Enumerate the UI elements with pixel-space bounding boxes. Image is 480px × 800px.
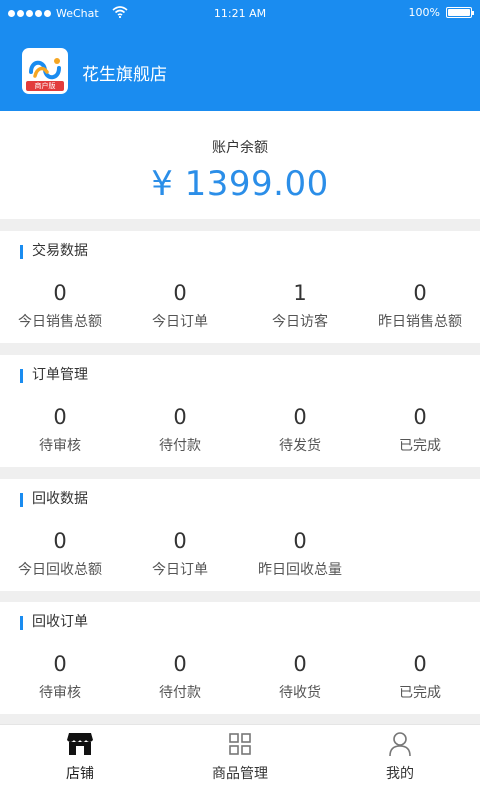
stat-yesterday-sales[interactable]: 0 昨日销售总额	[360, 279, 480, 331]
stat-label: 今日销售总额	[18, 314, 102, 330]
stat-today-visitors[interactable]: 1 今日访客	[240, 279, 360, 331]
stat-value: 0	[293, 529, 307, 553]
tab-label: 店铺	[66, 766, 94, 782]
stat-recycle-pending-review[interactable]: 0 待审核	[0, 650, 120, 702]
section-recycle-orders: 回收订单 0 待审核 0 待付款 0 待收货 0 已完成	[0, 602, 480, 714]
stat-today-recycle-orders[interactable]: 0 今日订单	[120, 527, 240, 579]
stat-value: 0	[413, 652, 427, 676]
stat-label: 已完成	[399, 438, 441, 454]
shop-logo[interactable]: 商户版	[22, 48, 68, 94]
stat-pending-shipment[interactable]: 0 待发货	[240, 403, 360, 455]
section-trade-data: 交易数据 0 今日销售总额 0 今日订单 1 今日访客 0 昨日销售总额	[0, 231, 480, 343]
stat-recycle-pending-payment[interactable]: 0 待付款	[120, 650, 240, 702]
stat-value: 0	[53, 281, 67, 305]
section-title: 回收订单	[20, 614, 88, 631]
stat-value: 0	[293, 652, 307, 676]
stat-label: 今日回收总额	[18, 562, 102, 578]
grid-icon	[160, 729, 320, 759]
stat-value: 0	[293, 405, 307, 429]
app-header: WeChat 11:21 AM 100% 商户版 花生旗舰店	[0, 0, 480, 111]
bottom-tab-bar: 店铺 商品管理 我的	[0, 724, 480, 800]
tab-label: 商品管理	[212, 766, 268, 782]
battery-status: 100%	[408, 6, 474, 19]
tab-label: 我的	[386, 766, 414, 782]
status-bar: WeChat 11:21 AM 100%	[0, 0, 480, 26]
stat-value: 0	[173, 652, 187, 676]
stat-label: 今日订单	[152, 314, 208, 330]
logo-badge: 商户版	[26, 81, 64, 91]
tab-mine[interactable]: 我的	[320, 729, 480, 783]
section-recycle-data: 回收数据 0 今日回收总额 0 今日订单 0 昨日回收总量	[0, 479, 480, 591]
section-title: 回收数据	[20, 491, 88, 508]
stat-today-sales[interactable]: 0 今日销售总额	[0, 279, 120, 331]
stat-recycle-completed[interactable]: 0 已完成	[360, 650, 480, 702]
stat-label: 昨日销售总额	[378, 314, 462, 330]
tab-product-management[interactable]: 商品管理	[160, 729, 320, 783]
section-order-management: 订单管理 0 待审核 0 待付款 0 待发货 0 已完成	[0, 355, 480, 467]
stat-label: 今日订单	[152, 562, 208, 578]
shop-name: 花生旗舰店	[82, 65, 167, 85]
stat-pending-payment[interactable]: 0 待付款	[120, 403, 240, 455]
stat-label: 待付款	[159, 685, 201, 701]
stat-label: 昨日回收总量	[258, 562, 342, 578]
stat-label: 待审核	[39, 685, 81, 701]
stat-label: 今日访客	[272, 314, 328, 330]
stat-value: 0	[413, 281, 427, 305]
stat-today-orders[interactable]: 0 今日订单	[120, 279, 240, 331]
stat-recycle-pending-receipt[interactable]: 0 待收货	[240, 650, 360, 702]
stat-label: 待发货	[279, 438, 321, 454]
stat-label: 已完成	[399, 685, 441, 701]
store-icon	[0, 729, 160, 759]
stat-value: 1	[293, 281, 307, 305]
battery-icon	[446, 7, 474, 18]
stat-value: 0	[413, 405, 427, 429]
balance-label: 账户余额	[212, 140, 268, 156]
user-icon	[320, 729, 480, 759]
stat-pending-review[interactable]: 0 待审核	[0, 403, 120, 455]
stat-value: 0	[53, 405, 67, 429]
tab-store[interactable]: 店铺	[0, 729, 160, 783]
balance-card[interactable]: 账户余额 ¥ 1399.00	[0, 111, 480, 219]
stat-value: 0	[53, 652, 67, 676]
stat-today-recycle-total[interactable]: 0 今日回收总额	[0, 527, 120, 579]
balance-amount: ¥ 1399.00	[151, 164, 329, 204]
stat-label: 待付款	[159, 438, 201, 454]
stat-value: 0	[173, 405, 187, 429]
battery-percent: 100%	[408, 6, 440, 19]
stat-label: 待审核	[39, 438, 81, 454]
stat-yesterday-recycle-total[interactable]: 0 昨日回收总量	[240, 527, 360, 579]
stat-value: 0	[53, 529, 67, 553]
stat-value: 0	[173, 529, 187, 553]
stat-value: 0	[173, 281, 187, 305]
stat-label: 待收货	[279, 685, 321, 701]
section-title: 交易数据	[20, 243, 88, 260]
section-title: 订单管理	[20, 367, 88, 384]
stat-completed[interactable]: 0 已完成	[360, 403, 480, 455]
